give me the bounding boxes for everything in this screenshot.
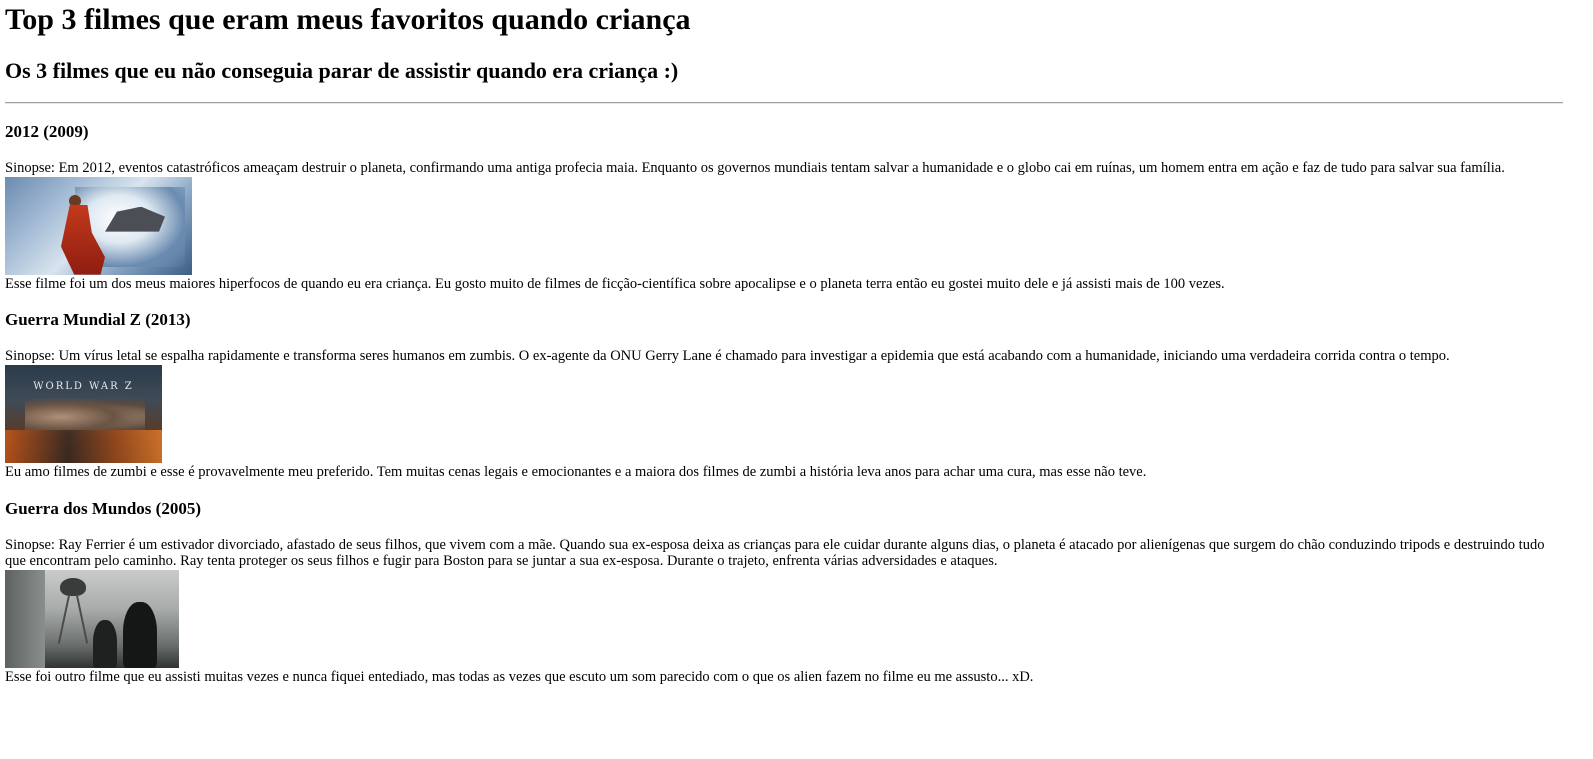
movie-synopsis: Sinopse: Ray Ferrier é um estivador divo…: [5, 536, 1545, 570]
movie-comment: Esse filme foi um dos meus maiores hiper…: [5, 275, 1225, 292]
page-subtitle: Os 3 filmes que eu não conseguia parar d…: [5, 58, 679, 83]
movie-comment: Eu amo filmes de zumbi e esse é provavel…: [5, 464, 1147, 481]
page-content: Top 3 filmes que eram meus favoritos qua…: [0, 0, 1593, 686]
movie-poster-image: [5, 570, 179, 669]
movie-poster-image: WORLD WAR Z: [5, 365, 162, 464]
movie-heading: Guerra Mundial Z (2013): [5, 310, 191, 330]
movie-section-world-war-z: Guerra Mundial Z (2013) Sinopse: Um víru…: [5, 310, 1588, 480]
movie-synopsis: Sinopse: Um vírus letal se espalha rapid…: [5, 348, 1450, 365]
poster-title-text: WORLD WAR Z: [33, 381, 134, 393]
movie-heading: 2012 (2009): [5, 122, 89, 141]
movie-synopsis: Sinopse: Em 2012, eventos catastróficos …: [5, 160, 1505, 176]
page-title: Top 3 filmes que eram meus favoritos qua…: [5, 3, 691, 36]
movie-heading: Guerra dos Mundos (2005): [5, 498, 201, 518]
divider: [5, 102, 1563, 104]
movie-section-war-of-the-worlds: Guerra dos Mundos (2005) Sinopse: Ray Fe…: [5, 499, 1588, 686]
movie-section-2012: 2012 (2009) Sinopse: Em 2012, eventos ca…: [5, 122, 1588, 292]
movie-comment: Esse foi outro filme que eu assisti muit…: [5, 669, 1034, 686]
movie-poster-image: [5, 176, 192, 275]
